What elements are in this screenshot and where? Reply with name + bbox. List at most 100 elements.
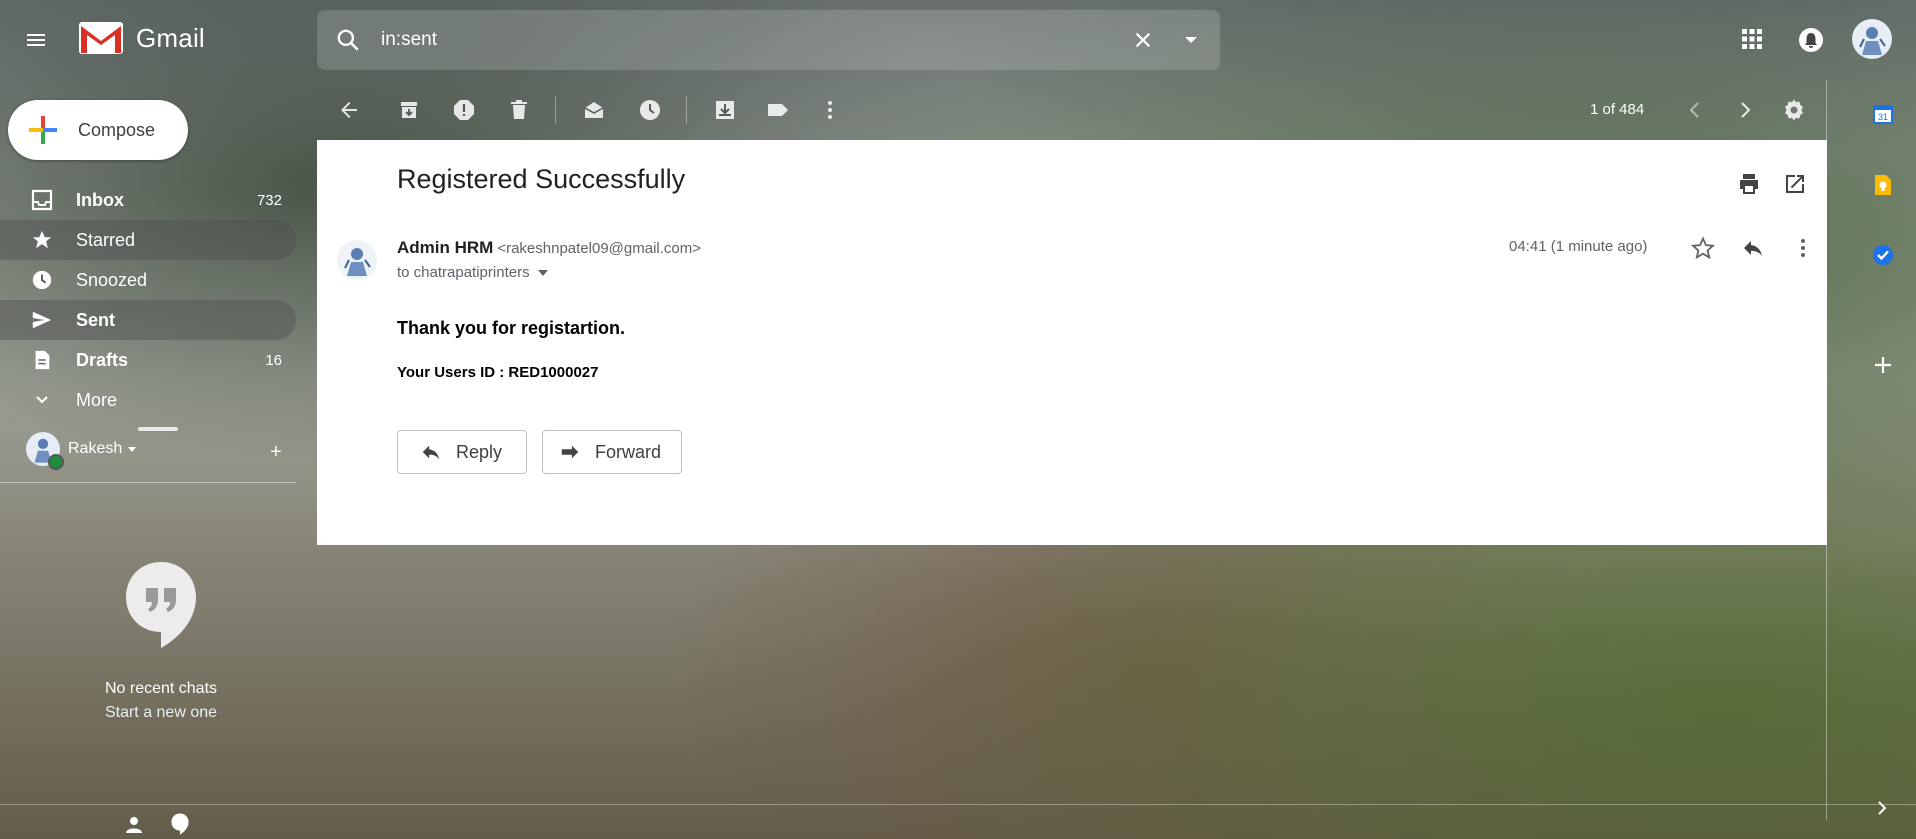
sender-name: Admin HRM [397,238,494,257]
pagination-count: 1 of 484 [1590,101,1645,118]
user-avatar [26,432,64,470]
label-icon [768,104,788,116]
sidebar-item-more[interactable]: More [0,380,296,420]
open-in-new-icon [1786,175,1804,193]
print-all-button[interactable] [1737,172,1761,196]
sender-info[interactable]: Admin HRM <rakeshnpatel09@gmail.com> [397,238,701,258]
reply-icon [1744,241,1762,256]
main-menu-button[interactable] [24,28,48,52]
bell-icon [1799,28,1823,52]
contacts-button[interactable] [124,815,144,835]
forward-icon [561,445,579,459]
forward-label: Forward [595,441,662,462]
app-name: Gmail [136,22,205,53]
get-addons-button[interactable] [1874,356,1892,374]
recipient-text: to chatrapatiprinters [397,264,530,281]
sidebar-item-label: Inbox [76,189,124,210]
sidebar-item-sent[interactable]: Sent [0,300,296,340]
online-status-badge [48,454,64,470]
more-actions-button[interactable] [818,98,842,122]
gmail-logo[interactable]: Gmail [78,20,205,56]
sidebar-item-drafts[interactable]: Drafts 16 [0,340,296,380]
sender-avatar[interactable] [337,240,377,280]
settings-button[interactable] [1782,98,1806,122]
avatar-image-icon [1859,27,1886,55]
clock-icon [640,100,660,120]
reply-icon-button[interactable] [1741,236,1765,260]
hangouts-button[interactable] [170,813,190,835]
sidebar-item-starred[interactable]: Starred [0,220,296,260]
email-view: Registered Successfully Admin HRM <rakesh… [317,140,1827,545]
hangouts-icon [171,813,189,835]
sidebar-item-label: Snoozed [76,269,148,290]
new-conversation-button[interactable]: + [270,441,282,464]
sidebar-item-count: 16 [265,351,282,369]
tasks-icon [1873,245,1893,265]
trash-icon [511,100,527,119]
reply-icon [422,445,440,460]
keep-button[interactable] [1873,173,1893,197]
caret-down-icon [128,446,137,452]
calendar-button[interactable]: 31 [1872,103,1894,125]
message-more-button[interactable] [1791,236,1815,260]
calendar-icon: 31 [1873,105,1893,124]
hangouts-quote-icon [124,560,198,650]
gmail-m-icon [79,22,123,54]
chevron-right-icon [1878,801,1887,815]
gear-icon [1785,99,1803,121]
inbox-icon [30,188,54,212]
avatar-image-icon [344,248,371,276]
newer-button[interactable] [1683,98,1707,122]
sidebar-item-snoozed[interactable]: Snoozed [0,260,296,300]
move-to-button[interactable] [713,98,737,122]
report-spam-button[interactable] [452,98,476,122]
notifications-button[interactable] [1798,27,1824,53]
sidebar-item-label: Sent [76,309,116,330]
more-vert-icon [1801,239,1805,257]
search-icon[interactable] [335,27,361,53]
tasks-button[interactable] [1872,244,1894,266]
account-avatar[interactable] [1852,19,1892,59]
email-timestamp: 04:41 (1 minute ago) [1509,238,1648,255]
hangouts-user[interactable]: Rakesh [26,432,137,470]
reply-button[interactable]: Reply [397,430,527,474]
archive-button[interactable] [397,98,421,122]
forward-button[interactable]: Forward [542,430,682,474]
star-button[interactable] [1691,236,1715,260]
search-bar[interactable] [317,10,1220,70]
sidebar-item-count: 732 [256,191,282,209]
delete-button[interactable] [507,98,531,122]
clear-search-icon[interactable] [1132,29,1154,51]
compose-plus-icon [29,116,57,144]
search-options-icon[interactable] [1184,35,1198,45]
older-button[interactable] [1733,98,1757,122]
sidebar-item-label: More [76,389,118,410]
toolbar-divider [686,96,687,124]
back-button[interactable] [337,98,361,122]
compose-label: Compose [78,119,156,140]
recipients-toggle[interactable]: to chatrapatiprinters [397,264,548,281]
bottom-divider [0,804,1916,805]
open-new-window-button[interactable] [1783,172,1807,196]
keep-icon [1875,175,1891,195]
hangouts-resize-handle[interactable] [138,427,178,431]
no-chats-text: No recent chats [104,680,218,697]
reply-label: Reply [456,441,503,462]
email-subject: Registered Successfully [397,164,686,194]
sidebar-item-label: Drafts [76,349,129,370]
sidebar-item-inbox[interactable]: Inbox 732 [0,180,296,220]
draft-icon [30,348,54,372]
compose-button[interactable]: Compose [8,100,188,160]
snooze-button[interactable] [638,98,662,122]
start-new-chat-link[interactable]: Start a new one [0,704,322,722]
hamburger-icon [27,34,45,46]
more-vert-icon [828,101,832,119]
mark-unread-button[interactable] [582,98,606,122]
google-apps-button[interactable] [1741,28,1763,50]
chevron-left-icon [1689,102,1699,118]
report-spam-icon [454,100,474,120]
search-input[interactable] [379,28,1132,52]
show-side-panel-button[interactable] [1874,800,1890,816]
label-button[interactable] [766,98,790,122]
apps-grid-icon [1742,29,1762,49]
